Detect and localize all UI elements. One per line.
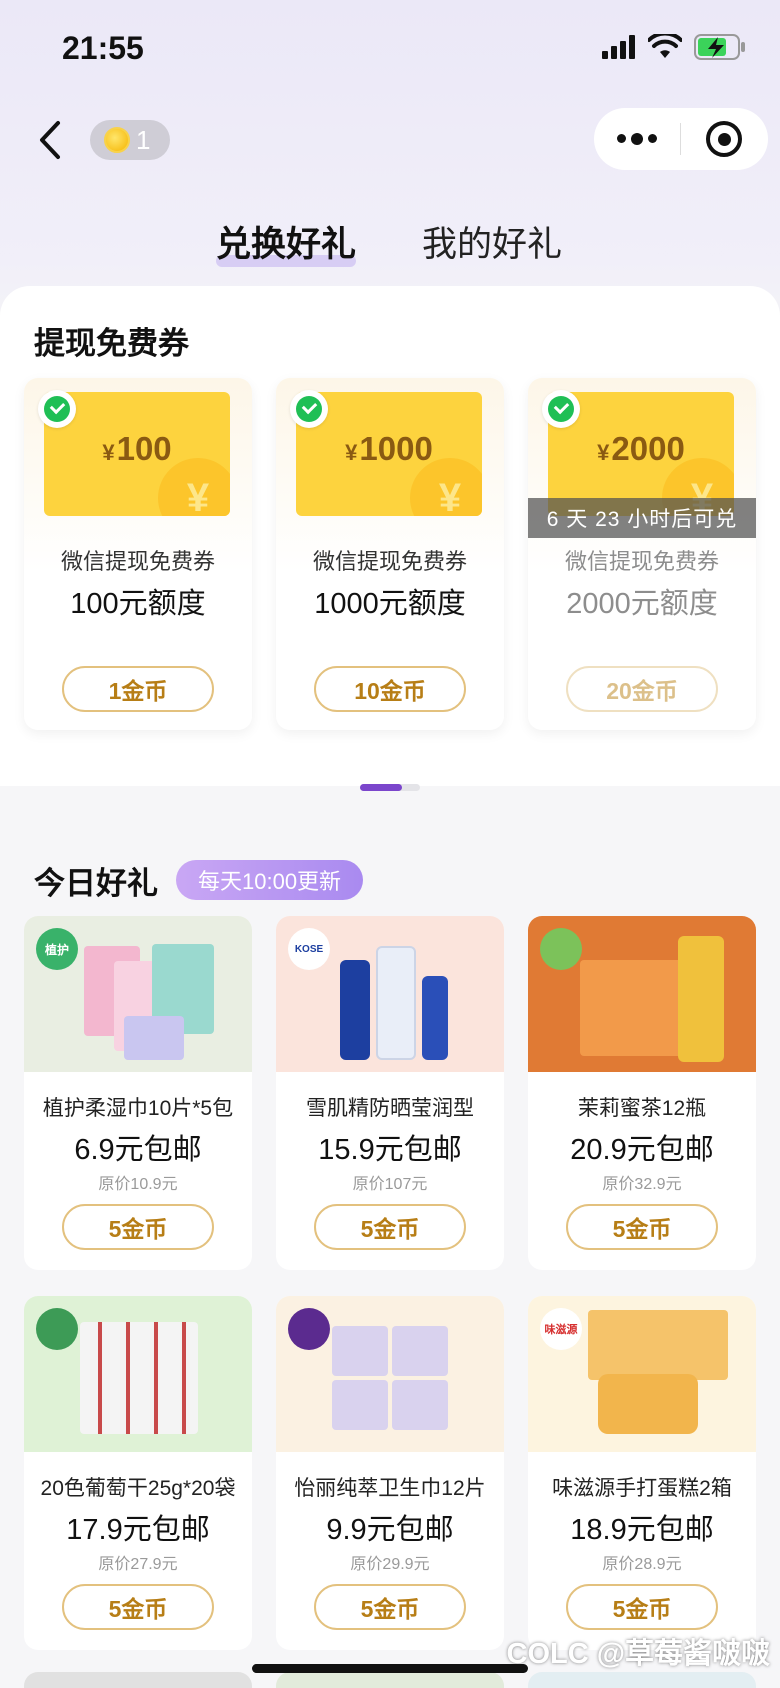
redeem-button[interactable]: 10金币: [314, 666, 466, 712]
product-card[interactable]: KOSE 雪肌精防晒莹润型 15.9元包邮 原价107元 5金币: [276, 916, 504, 1270]
product-price: 18.9元包邮: [570, 1514, 714, 1546]
product-card-peek: [276, 1672, 504, 1688]
product-name: 味滋源手打蛋糕2箱: [552, 1477, 732, 1500]
product-price: 15.9元包邮: [318, 1134, 462, 1166]
status-icons: [602, 34, 746, 60]
product-card[interactable]: 植护 植护柔湿巾10片*5包 6.9元包邮 原价10.9元 5金币: [24, 916, 252, 1270]
product-card[interactable]: 20色葡萄干25g*20袋 17.9元包邮 原价27.9元 5金币: [24, 1296, 252, 1650]
product-original-price: 原价32.9元: [602, 1176, 682, 1193]
brand-logo: 味滋源: [540, 1308, 582, 1350]
update-time-tag: 每天10:00更新: [176, 860, 364, 900]
wifi-icon: [648, 34, 682, 58]
voucher-card[interactable]: ¥2000 ¥ 6 天 23 小时后可兑 微信提现免费券 2000元额度 20金…: [528, 378, 756, 730]
tab-my-gifts[interactable]: 我的好礼: [422, 216, 562, 267]
section-title-vouchers: 提现免费券: [34, 326, 189, 361]
target-icon: [706, 121, 742, 157]
redeem-button[interactable]: 5金币: [314, 1584, 466, 1630]
redeem-button[interactable]: 20金币: [566, 666, 718, 712]
wechat-icon: [542, 390, 580, 428]
product-name: 20色葡萄干25g*20袋: [40, 1477, 236, 1500]
brand-logo: [288, 1308, 330, 1350]
coin-balance[interactable]: 1: [90, 120, 170, 160]
tab-label: 兑换好礼: [216, 225, 357, 264]
product-price: 6.9元包邮: [74, 1134, 202, 1166]
product-name: 植护柔湿巾10片*5包: [42, 1097, 234, 1120]
product-original-price: 原价29.9元: [350, 1556, 430, 1573]
brand-logo: [36, 1308, 78, 1350]
voucher-quota: 100元额度: [70, 588, 206, 620]
voucher-name: 微信提现免费券: [312, 549, 467, 574]
product-price: 17.9元包邮: [66, 1514, 210, 1546]
tab-redeem-gifts[interactable]: 兑换好礼: [216, 216, 357, 267]
miniprogram-capsule: [594, 108, 768, 170]
product-price: 9.9元包邮: [326, 1514, 454, 1546]
back-icon: [40, 121, 60, 159]
brand-logo: KOSE: [288, 928, 330, 970]
product-price: 20.9元包邮: [570, 1134, 714, 1166]
product-original-price: 原价107元: [352, 1176, 428, 1193]
voucher-card[interactable]: ¥100 ¥ 微信提现免费券 100元额度 1金币: [24, 378, 252, 730]
home-indicator[interactable]: [252, 1664, 528, 1673]
product-original-price: 原价28.9元: [602, 1556, 682, 1573]
redeem-button[interactable]: 5金币: [62, 1204, 214, 1250]
watermark: COLC @草莓酱啵啵: [506, 1638, 771, 1670]
wechat-icon: [290, 390, 328, 428]
redeem-button[interactable]: 5金币: [566, 1584, 718, 1630]
coin-icon: [104, 127, 130, 153]
product-card[interactable]: 茉莉蜜茶12瓶 20.9元包邮 原价32.9元 5金币: [528, 916, 756, 1270]
product-original-price: 原价10.9元: [98, 1176, 178, 1193]
coin-count: 1: [136, 124, 151, 155]
voucher-quota: 2000元额度: [566, 588, 718, 620]
status-time: 21:55: [62, 30, 144, 66]
product-name: 怡丽纯萃卫生巾12片: [294, 1477, 486, 1500]
carousel-scroll-indicator: [360, 784, 420, 791]
product-card[interactable]: 怡丽纯萃卫生巾12片 9.9元包邮 原价29.9元 5金币: [276, 1296, 504, 1650]
product-name: 茉莉蜜茶12瓶: [577, 1097, 707, 1120]
voucher-name: 微信提现免费券: [564, 549, 719, 574]
more-icon: [617, 133, 626, 143]
signal-icon: [602, 35, 635, 59]
brand-logo: 植护: [36, 928, 78, 970]
redeem-button[interactable]: 5金币: [62, 1584, 214, 1630]
section-title-today: 今日好礼: [34, 866, 158, 901]
wechat-icon: [38, 390, 76, 428]
product-name: 雪肌精防晒莹润型: [306, 1097, 474, 1120]
voucher-name: 微信提现免费券: [60, 549, 215, 574]
close-miniprogram-button[interactable]: [681, 121, 767, 157]
brand-logo: [540, 928, 582, 970]
product-card[interactable]: 味滋源 味滋源手打蛋糕2箱 18.9元包邮 原价28.9元 5金币: [528, 1296, 756, 1650]
redeem-button[interactable]: 1金币: [62, 666, 214, 712]
countdown-banner: 6 天 23 小时后可兑: [528, 498, 756, 538]
more-button[interactable]: [594, 132, 680, 145]
tab-label: 我的好礼: [422, 225, 563, 264]
battery-icon: [694, 34, 745, 60]
voucher-quota: 1000元额度: [314, 588, 466, 620]
redeem-button[interactable]: 5金币: [566, 1204, 718, 1250]
redeem-button[interactable]: 5金币: [314, 1204, 466, 1250]
back-button[interactable]: [30, 114, 70, 166]
product-card-peek: [528, 1672, 756, 1688]
product-card-peek: [24, 1672, 252, 1688]
product-original-price: 原价27.9元: [98, 1556, 178, 1573]
voucher-card[interactable]: ¥1000 ¥ 微信提现免费券 1000元额度 10金币: [276, 378, 504, 730]
